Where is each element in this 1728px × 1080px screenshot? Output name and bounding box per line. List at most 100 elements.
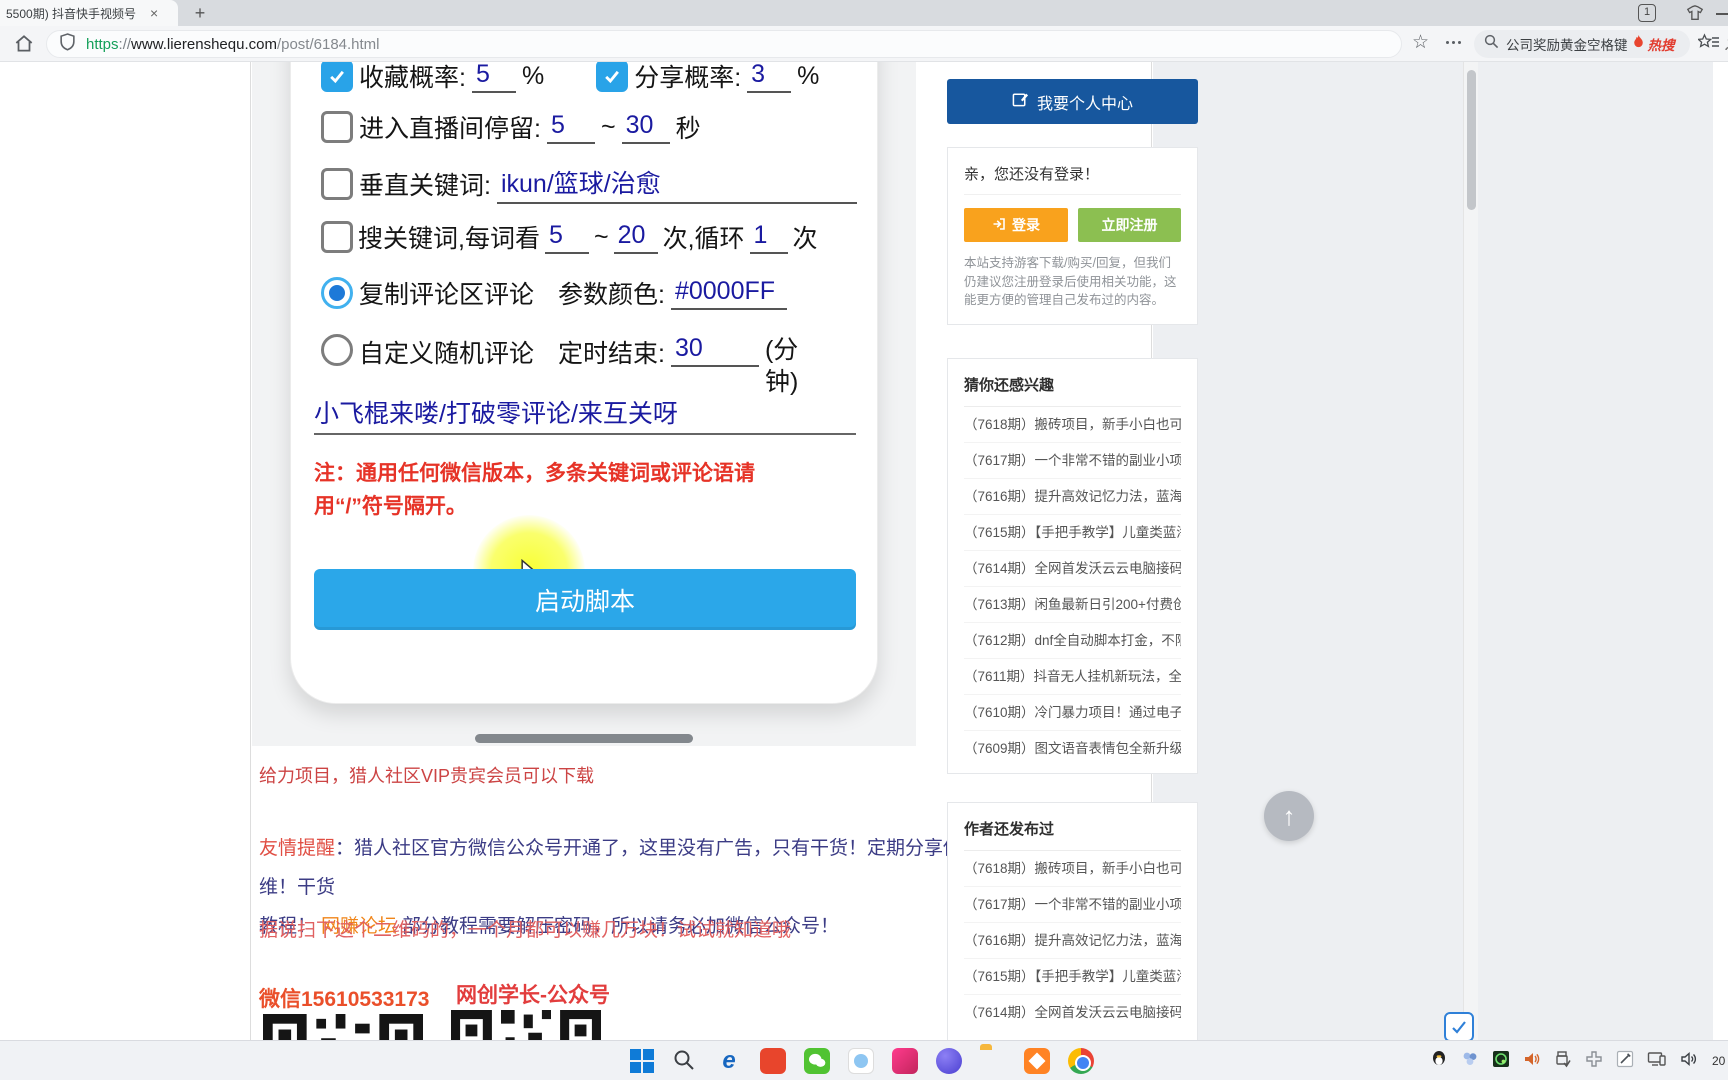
list-item[interactable]: （7614期）全网首发沃云云电脑接码无... (964, 995, 1181, 1031)
new-tab-button[interactable]: + (188, 1, 212, 25)
drive-tray-icon[interactable] (1461, 1050, 1479, 1073)
list-item[interactable]: （7615期）【手把手教学】儿童类蓝海... (964, 515, 1181, 551)
loudspeaker-tray-icon[interactable] (1523, 1050, 1541, 1073)
floating-note-widget[interactable] (1444, 1012, 1474, 1040)
chrome-icon[interactable] (1068, 1048, 1094, 1074)
hot-search-label[interactable]: 热搜 (1648, 34, 1675, 54)
search-keywords-unit: 次 (793, 219, 818, 255)
login-status-text: 亲，您还没有登录！ (964, 163, 1181, 195)
favorite-rate-unit: % (522, 62, 544, 91)
address-bar[interactable]: https://www.lierenshequ.com/post/6184.ht… (46, 30, 1402, 58)
bookmark-star-icon[interactable]: ☆ (1412, 31, 1429, 54)
list-item[interactable]: （7618期）搬砖项目，新手小白也可直... (964, 407, 1181, 443)
live-stay-max-input[interactable]: 30 (622, 111, 670, 144)
window-minimize-button[interactable] (1716, 13, 1728, 15)
wechat-icon[interactable] (804, 1048, 830, 1074)
script-settings-card: 收藏概率: 5 % 分享概率: 3 % 进入直播间停留: 5 ~ (290, 62, 878, 704)
taskbar-clock[interactable]: 20 (1712, 1054, 1726, 1068)
author-card: 作者还发布过 （7618期）搬砖项目，新手小白也可直... （7617期）一个非… (947, 802, 1198, 1040)
page-scrollbar[interactable] (1463, 62, 1478, 1040)
more-menu-icon[interactable] (1446, 41, 1461, 44)
live-stay-min-input[interactable]: 5 (547, 111, 595, 144)
internet-explorer-icon[interactable]: e (716, 1048, 742, 1074)
favorites-list-icon[interactable] (1698, 33, 1720, 58)
volume-tray-icon[interactable] (1680, 1050, 1699, 1073)
site-security-shield-icon[interactable] (59, 33, 76, 56)
personal-center-button[interactable]: 我要个人中心 (947, 79, 1198, 124)
login-button[interactable]: 登录 (964, 208, 1068, 242)
copy-comment-label: 复制评论区评论 (359, 275, 534, 311)
home-icon[interactable] (13, 33, 35, 60)
list-item[interactable]: （7614期）全网首发沃云云电脑接码无... (964, 551, 1181, 587)
browser-search-box[interactable]: 公司奖励黄金空格键 热搜 (1474, 30, 1690, 58)
browser-skin-icon[interactable] (1686, 4, 1704, 27)
usage-note: 注：通用任何微信版本，多条关键词或评论语请用“/”符号隔开。 (314, 457, 819, 523)
share-rate-input[interactable]: 3 (747, 62, 791, 93)
windows-start-icon[interactable] (630, 1049, 654, 1073)
panel-scrollbar-thumb[interactable] (475, 734, 693, 743)
checkbox-favorite-rate[interactable] (321, 62, 353, 92)
list-item[interactable]: （7616期）提升高效记忆力法，蓝海虚... (964, 923, 1181, 959)
network-tray-icon[interactable] (1647, 1050, 1667, 1073)
param-color-label: 参数颜色: (558, 275, 665, 311)
param-color-input[interactable]: #0000FF (671, 277, 787, 310)
qr-promo-line: 据说扫下这个二维码的，一个月都可以赚几万块！试试就知道哦 (259, 915, 791, 942)
checkbox-live-stay[interactable] (321, 111, 353, 143)
list-item[interactable]: （7617期）一个非常不错的副业小项目... (964, 887, 1181, 923)
vertical-keywords-input[interactable]: ikun/篮球/治愈 (497, 164, 857, 204)
search-keywords-loop-input[interactable]: 1 (750, 221, 788, 254)
list-item[interactable]: （7612期）dnf全自动脚本打金，不限... (964, 623, 1181, 659)
ball-app-icon[interactable] (936, 1048, 962, 1074)
tilde2: ~ (594, 223, 609, 252)
scroll-to-top-button[interactable]: ↑ (1264, 791, 1314, 841)
register-button[interactable]: 立即注册 (1078, 208, 1181, 242)
checkbox-vertical-keywords[interactable] (321, 168, 353, 200)
video-app-icon[interactable] (760, 1048, 786, 1074)
radio-copy-comment[interactable] (321, 277, 353, 309)
security-tray-icon[interactable] (1492, 1050, 1510, 1073)
list-item[interactable]: （7618期）搬砖项目，新手小白也可直... (964, 851, 1181, 887)
input-method-tray-icon[interactable] (1585, 1050, 1603, 1073)
toolbar-extra-icon[interactable] (1723, 34, 1728, 57)
checkbox-search-keywords[interactable] (321, 221, 353, 253)
login-button-label: 登录 (1012, 215, 1040, 235)
app-icon-light[interactable] (848, 1048, 874, 1074)
list-item[interactable]: （7616期）提升高效记忆力法，蓝海虚... (964, 479, 1181, 515)
search-keywords-max-input[interactable]: 20 (614, 221, 658, 254)
favorite-rate-input[interactable]: 5 (472, 62, 516, 93)
page-content: 收藏概率: 5 % 分享概率: 3 % 进入直播间停留: 5 ~ (0, 62, 1728, 1040)
taskbar: e (0, 1040, 1728, 1080)
media-app-icon[interactable] (892, 1048, 918, 1074)
file-explorer-icon[interactable] (980, 1048, 1006, 1074)
timer-end-input[interactable]: 30 (671, 334, 759, 367)
start-script-button[interactable]: 启动脚本 (314, 569, 856, 630)
comment-text-input[interactable]: 小飞棍来喽/打破零评论/来互关呀 (314, 394, 678, 430)
browser-tab[interactable]: 5500期) 抖音快手视频号 × (0, 0, 178, 26)
notes-tray-icon[interactable] (1616, 1050, 1634, 1073)
qq-tray-icon[interactable] (1430, 1050, 1448, 1073)
list-item[interactable]: （7610期）冷门暴力项目！通过电子书... (964, 695, 1181, 731)
list-item[interactable]: （7613期）闲鱼最新日引200+付费创... (964, 587, 1181, 623)
url-text: https://www.lierenshequ.com/post/6184.ht… (86, 36, 380, 53)
page-scrollbar-thumb[interactable] (1467, 70, 1476, 210)
list-item[interactable]: （7611期）抖音无人挂机新玩法，全民... (964, 659, 1181, 695)
office-app-icon[interactable] (1024, 1048, 1050, 1074)
list-item[interactable]: （7609期）图文语音表情包全新升级，... (964, 731, 1181, 767)
interest-card-title: 猜你还感兴趣 (964, 374, 1181, 407)
search-keywords-min-input[interactable]: 5 (545, 221, 589, 254)
author-card-title: 作者还发布过 (964, 818, 1181, 851)
usb-tray-icon[interactable] (1554, 1050, 1572, 1073)
arrow-up-icon: ↑ (1283, 801, 1296, 832)
timer-end-unit: (分钟) (765, 334, 829, 398)
reminder-label: 友情提醒 (259, 838, 335, 859)
login-card: 亲，您还没有登录！ 登录 立即注册 本站支持游客下载/购买/回复，但我们仍建议您… (947, 147, 1198, 325)
tab-close-icon[interactable]: × (150, 5, 158, 21)
taskbar-search-icon[interactable] (672, 1048, 698, 1074)
form-row-vertical-keywords: 垂直关键词: ikun/篮球/治愈 (291, 164, 879, 204)
radio-custom-comment[interactable] (321, 334, 353, 366)
checkbox-share-rate[interactable] (596, 62, 628, 92)
window-count-badge[interactable]: 1 (1638, 4, 1656, 22)
list-item[interactable]: （7617期）一个非常不错的副业小项目... (964, 443, 1181, 479)
list-item[interactable]: （7615期）【手把手教学】儿童类蓝海... (964, 959, 1181, 995)
form-row-live-stay: 进入直播间停留: 5 ~ 30 秒 (291, 109, 879, 145)
